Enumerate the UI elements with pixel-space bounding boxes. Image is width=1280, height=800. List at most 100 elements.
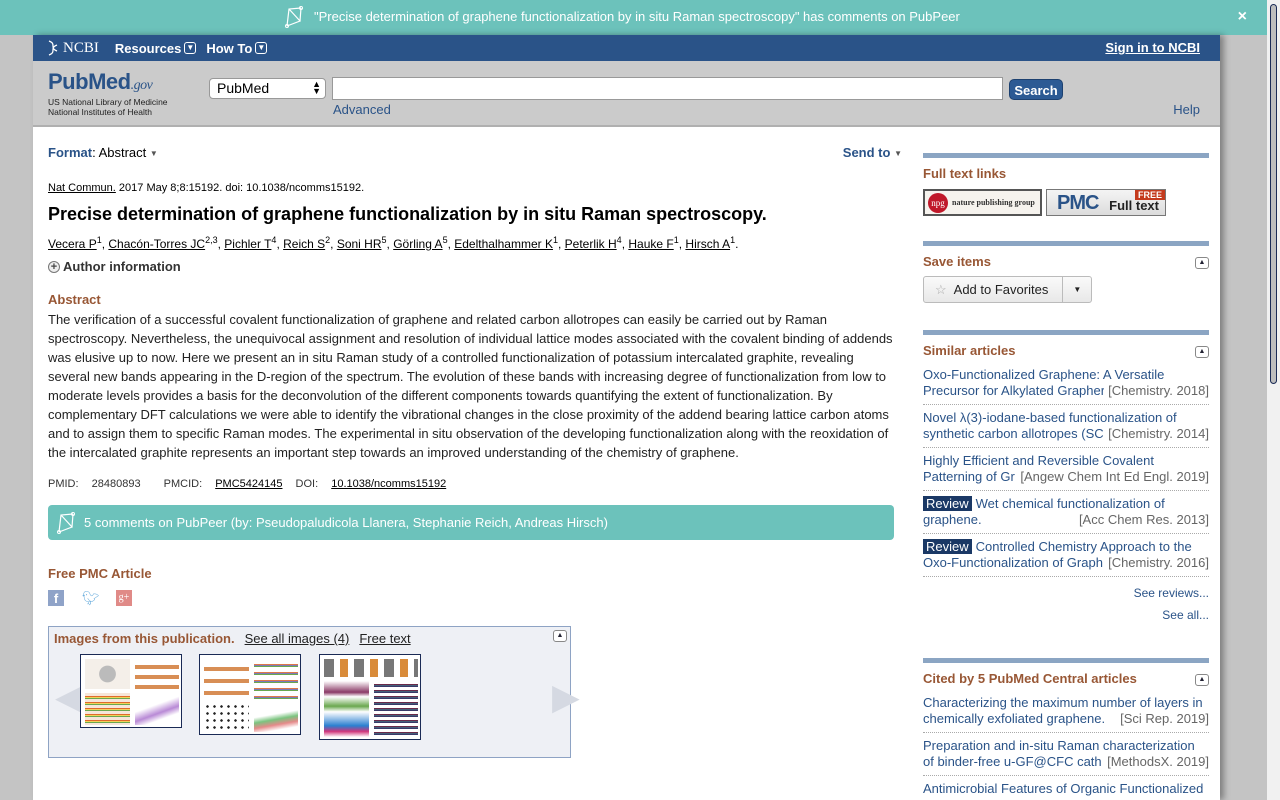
pmc-full-text-link[interactable]: PMC FREE Full text: [1046, 189, 1166, 216]
advanced-search-link[interactable]: Advanced: [333, 102, 391, 117]
see-all-images-link[interactable]: See all images (4): [245, 631, 350, 646]
article-item[interactable]: Characterizing the maximum number of lay…: [923, 690, 1209, 733]
npg-full-text-link[interactable]: npg nature publishing group: [923, 189, 1042, 216]
next-image-arrow[interactable]: ▶: [552, 672, 580, 722]
google-plus-icon[interactable]: g+: [116, 590, 132, 606]
article-title-line: Precursor for Alkylated Grapher: [923, 383, 1105, 398]
social-share: f 🐦︎ g+: [48, 590, 894, 606]
article-title-line: Antimicrobial Features of Organic Functi…: [923, 781, 1204, 796]
chevron-down-icon: ▼: [255, 42, 268, 54]
collapse-icon[interactable]: ▲: [1195, 346, 1209, 358]
banner-message[interactable]: "Precise determination of graphene funct…: [314, 6, 960, 28]
pubpeer-icon: [285, 6, 303, 28]
journal-link[interactable]: Nat Commun.: [48, 182, 116, 194]
author-link[interactable]: Hirsch A: [685, 237, 730, 251]
article-title-line: Oxo-Functionalization of Graph: [923, 555, 1103, 570]
page-frame: NCBI Resources ▼ How To ▼ Sign in to NCB…: [33, 35, 1220, 800]
figure-thumbnail-3[interactable]: [319, 654, 421, 740]
abstract-heading: Abstract: [48, 292, 101, 307]
resources-menu[interactable]: Resources ▼: [115, 41, 197, 56]
format-label: Format: [48, 145, 93, 160]
pubmed-logo[interactable]: PubMed.gov US National Library of Medici…: [48, 69, 168, 117]
author-link[interactable]: Hauke F: [628, 237, 673, 251]
add-to-favorites-button[interactable]: ☆ Add to Favorites: [924, 277, 1064, 302]
author-affiliation: 5: [442, 235, 448, 245]
article-title-line: graphene.: [923, 512, 982, 527]
ncbi-bar: NCBI Resources ▼ How To ▼ Sign in to NCB…: [33, 35, 1220, 61]
author-link[interactable]: Peterlik H: [565, 237, 617, 251]
logo-gov: .gov: [130, 78, 153, 93]
author-link[interactable]: Görling A: [393, 237, 442, 251]
author-link[interactable]: Reich S: [283, 237, 325, 251]
author-link[interactable]: Vecera P: [48, 237, 97, 251]
article-item[interactable]: Review Controlled Chemistry Approach to t…: [923, 534, 1209, 577]
article-source: [Chemistry. 2014]: [1108, 426, 1209, 441]
article-item[interactable]: Antimicrobial Features of Organic Functi…: [923, 776, 1209, 800]
database-select[interactable]: PubMed ▲ ▼: [209, 78, 326, 99]
star-icon: ☆: [935, 281, 947, 297]
article-title-line: synthetic carbon allotropes (SC: [923, 426, 1104, 441]
citation: Nat Commun. 2017 May 8;8:15192. doi: 10.…: [48, 182, 894, 194]
article-source: [MethodsX. 2019]: [1107, 754, 1209, 769]
article-item[interactable]: Preparation and in-situ Raman characteri…: [923, 733, 1209, 776]
article-item[interactable]: Novel λ(3)-iodane-based functionalizatio…: [923, 405, 1209, 448]
search-button[interactable]: Search: [1009, 79, 1063, 100]
search-input[interactable]: [332, 77, 1003, 100]
help-link[interactable]: Help: [1173, 102, 1200, 117]
article-source: [Angew Chem Int Ed Engl. 2019]: [1020, 469, 1209, 484]
article-source: [Acc Chem Res. 2013]: [1078, 512, 1209, 527]
article-title-line: chemically exfoliated graphene.: [923, 711, 1106, 726]
figure-thumbnail-1[interactable]: [80, 654, 182, 728]
logo-med: Med: [88, 69, 131, 94]
collapse-icon[interactable]: ▲: [1195, 257, 1209, 269]
sign-in-link[interactable]: Sign in to NCBI: [1105, 40, 1200, 55]
ncbi-logo[interactable]: NCBI: [47, 40, 99, 57]
article-item[interactable]: Review Wet chemical functionalization of g…: [923, 491, 1209, 534]
article-item[interactable]: Highly Efficient and Reversible Covalent…: [923, 448, 1209, 491]
send-to-button[interactable]: Send to ▼: [843, 145, 902, 160]
article-title-line: Patterning of Gr: [923, 469, 1015, 484]
author-link[interactable]: Pichler T: [224, 237, 271, 251]
favorites-dropdown-button[interactable]: ▼: [1063, 277, 1091, 302]
pmc-full-text-label: Full text: [1109, 198, 1159, 213]
article-source: [Chemistry. 2016]: [1108, 555, 1209, 570]
see-reviews-link[interactable]: See reviews...: [923, 586, 1209, 600]
collapse-icon[interactable]: ▲: [1195, 674, 1209, 686]
close-icon[interactable]: ×: [1238, 8, 1247, 26]
doi-link[interactable]: 10.1038/ncomms15192: [331, 478, 446, 490]
author-affiliation: 1: [730, 235, 736, 245]
see-all-similar-link[interactable]: See all...: [923, 608, 1209, 622]
author-affiliation: 4: [271, 235, 277, 245]
free-text-link[interactable]: Free text: [359, 631, 410, 646]
author-affiliation: 1: [673, 235, 679, 245]
npg-label: nature publishing group: [952, 198, 1035, 207]
article-source: [Chemistry. 2018]: [1108, 383, 1209, 398]
logo-subtitle-2: National Institutes of Health: [48, 107, 152, 117]
collapse-icon[interactable]: ▲: [553, 630, 567, 642]
pubpeer-comments-box[interactable]: 5 comments on PubPeer (by: Pseudopaludic…: [48, 505, 894, 540]
similar-articles-list: Oxo-Functionalized Graphene: A Versatile…: [923, 362, 1209, 577]
author-link[interactable]: Edelthalhammer K: [454, 237, 553, 251]
save-items-section: Save items ▲ ☆ Add to Favorites ▼: [923, 241, 1209, 303]
previous-image-arrow[interactable]: ◀: [55, 672, 83, 722]
scrollbar-thumb[interactable]: [1270, 4, 1277, 384]
article-title-line: Characterizing the maximum number of lay…: [923, 695, 1203, 710]
dna-helix-icon: [48, 40, 58, 56]
send-to-label: Send to: [842, 145, 891, 160]
author-link[interactable]: Soni HR: [337, 237, 382, 251]
author-information-label: Author information: [63, 259, 181, 274]
cited-by-heading: Cited by 5 PubMed Central articles: [923, 671, 1137, 686]
format-value: Abstract: [98, 145, 147, 160]
twitter-icon[interactable]: 🐦︎: [82, 590, 100, 606]
article-item[interactable]: Oxo-Functionalized Graphene: A Versatile…: [923, 362, 1209, 405]
author-link[interactable]: Chacón-Torres JC: [108, 237, 205, 251]
howto-menu[interactable]: How To ▼: [206, 41, 268, 56]
figure-thumbnail-2[interactable]: [199, 654, 301, 735]
format-selector[interactable]: Format: Abstract ▼: [48, 145, 894, 160]
pmcid-link[interactable]: PMC5424145: [215, 478, 282, 490]
page-scrollbar[interactable]: [1267, 0, 1280, 800]
pmc-logo: PMC: [1057, 192, 1099, 214]
author-affiliation: 2: [325, 235, 331, 245]
author-information-toggle[interactable]: + Author information: [48, 259, 894, 274]
facebook-icon[interactable]: f: [48, 590, 64, 606]
